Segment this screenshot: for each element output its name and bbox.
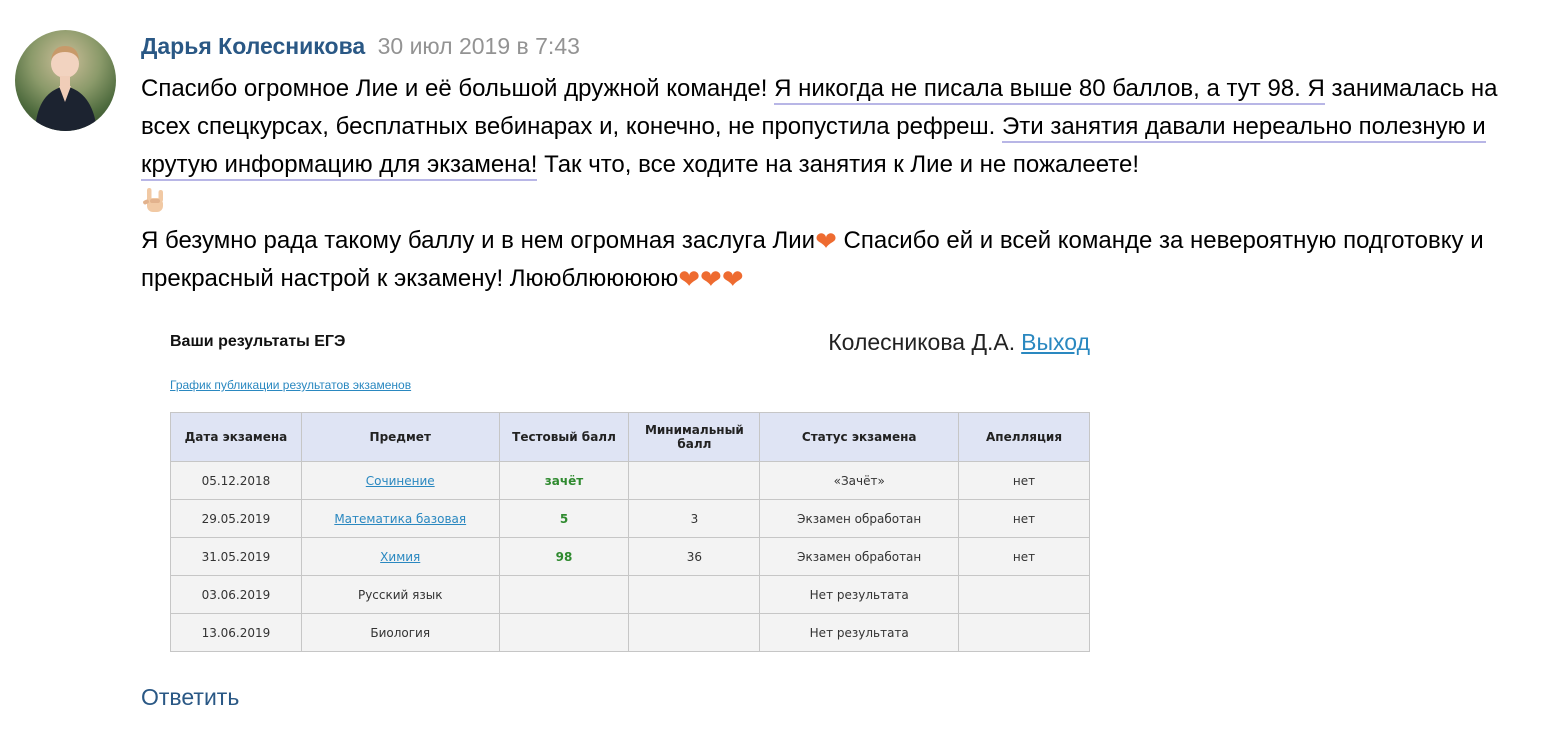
cell-appeal [958,613,1090,652]
heart-icon: ❤ [700,264,722,294]
cell-date: 05.12.2018 [170,461,302,500]
ege-results-image[interactable]: Ваши результаты ЕГЭ Колесникова Д.А. Выхо… [170,318,1090,654]
avatar[interactable] [15,30,116,131]
cell-score [498,575,630,614]
cell-score: 98 [498,537,630,576]
cell-min-score [628,613,761,652]
table-row: 29.05.2019 Математика базовая 5 3 Экзамен об… [170,499,1090,538]
cell-date: 29.05.2019 [170,499,302,538]
cell-min-score [628,461,761,500]
ege-user: Колесникова Д.А. Выход [828,329,1090,356]
cell-min-score [628,575,761,614]
cell-min-score: 36 [628,537,761,576]
cell-appeal [958,575,1090,614]
column-header-subject: Предмет [300,412,500,462]
cell-score: зачёт [498,461,630,500]
author-name[interactable]: Дарья Колесникова [141,33,365,59]
post-paragraph-1: Спасибо огромное Лие и её большой дружно… [141,70,1531,222]
cell-subject: Математика базовая [300,499,500,538]
cell-status: Нет результата [759,613,960,652]
cell-appeal: нет [958,499,1090,538]
heart-icon: ❤ [678,264,701,294]
schedule-link[interactable]: График публикации результатов экзаменов [170,378,411,392]
table-row: 05.12.2018 Сочинение зачёт «Зачёт» нет [170,461,1090,500]
user-name: Колесникова Д.А. [828,329,1016,355]
column-header-status: Статус экзамена [759,412,960,462]
cell-date: 13.06.2019 [170,613,302,652]
text-segment: Так что, все ходите на занятия к Лие и н… [537,151,1140,178]
results-table: Дата экзамена Предмет Тестовый балл Мини… [170,412,1090,652]
column-header-appeal: Апелляция [958,412,1090,462]
heart-icon: ❤ [815,226,837,256]
table-header-row: Дата экзамена Предмет Тестовый балл Мини… [170,412,1090,462]
ege-title: Ваши результаты ЕГЭ [170,333,346,350]
cell-appeal: нет [958,537,1090,576]
cell-score [498,613,630,652]
cell-subject: Русский язык [300,575,500,614]
post-text: Спасибо огромное Лие и её большой дружно… [141,70,1531,298]
text-segment: Я безумно рада такому баллу и в нем огро… [141,227,816,254]
subject-link[interactable]: Сочинение [366,474,435,488]
subject-link[interactable]: Математика базовая [334,512,466,526]
cell-subject: Сочинение [300,461,500,500]
logout-link[interactable]: Выход [1021,329,1090,355]
text-segment: Спасибо огромное Лие и её большой дружно… [141,75,775,102]
post-date[interactable]: 30 июл 2019 в 7:43 [378,33,580,59]
heart-icon: ❤ [721,264,744,294]
cell-min-score: 3 [628,499,761,538]
table-row: 03.06.2019 Русский язык Нет результата [170,575,1090,614]
post-header: Дарья Колесникова 30 июл 2019 в 7:43 [141,33,580,60]
cell-appeal: нет [958,461,1090,500]
cell-status: Экзамен обработан [759,537,960,576]
cell-subject: Химия [300,537,500,576]
table-row: 31.05.2019 Химия 98 36 Экзамен обработан нет [170,537,1090,576]
column-header-score: Тестовый балл [498,412,630,462]
cell-date: 03.06.2019 [170,575,302,614]
cell-subject: Биология [300,613,500,652]
cell-status: Экзамен обработан [759,499,960,538]
sign-of-the-horns-icon [141,186,169,216]
cell-date: 31.05.2019 [170,537,302,576]
highlighted-text: Я никогда не писала выше 80 баллов, а ту… [774,75,1325,105]
column-header-min-score: Минимальный балл [628,412,761,462]
cell-score: 5 [498,499,630,538]
reply-link[interactable]: Ответить [141,684,239,711]
cell-status: Нет результата [759,575,960,614]
column-header-date: Дата экзамена [170,412,302,462]
post-paragraph-2: Я безумно рада такому баллу и в нем огро… [141,222,1531,298]
cell-status: «Зачёт» [759,461,960,500]
table-row: 13.06.2019 Биология Нет результата [170,613,1090,652]
subject-link[interactable]: Химия [380,550,420,564]
